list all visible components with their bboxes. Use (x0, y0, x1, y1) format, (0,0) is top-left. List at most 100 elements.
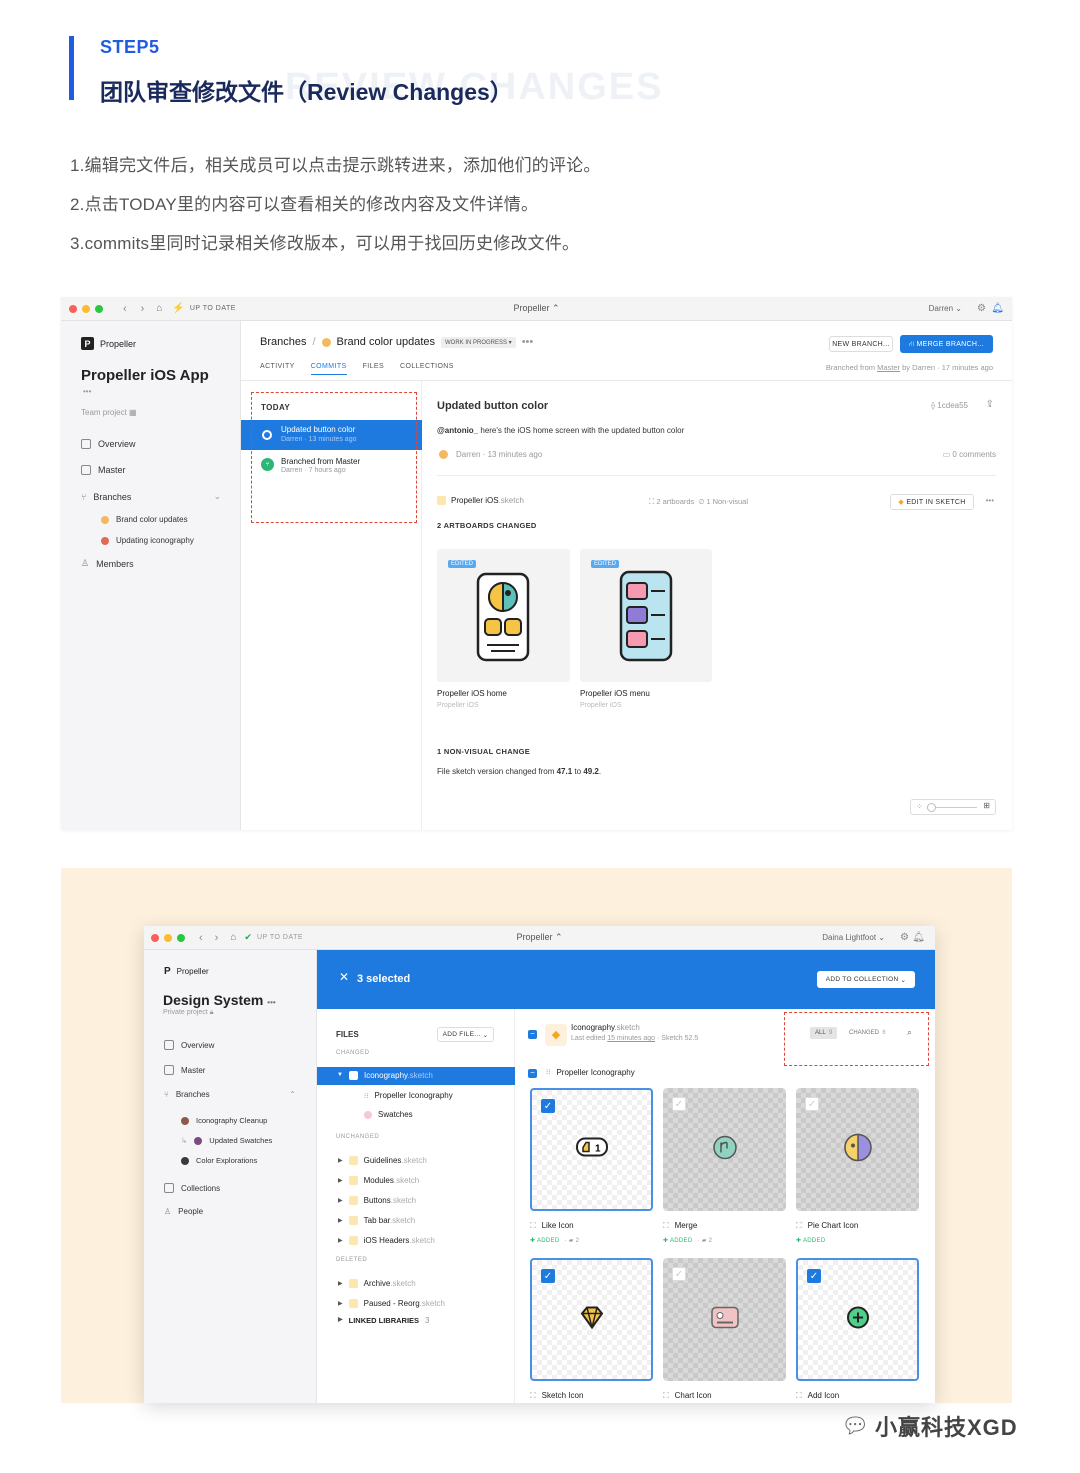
crumb-branches[interactable]: Branches (260, 336, 306, 348)
edit-in-sketch-button[interactable]: ◆ EDIT IN SKETCH (890, 494, 974, 510)
file-item[interactable]: ▶ Guidelines.sketch (338, 1156, 427, 1165)
artboard-icon: ⛶ (530, 1221, 536, 1230)
artboard-card-home[interactable]: EDITED (437, 549, 570, 682)
branch-item[interactable]: Color Explorations (181, 1156, 257, 1165)
tab-files[interactable]: FILES (363, 363, 384, 375)
asset-checkbox[interactable]: ✓ (805, 1097, 819, 1111)
page-item[interactable]: Swatches (364, 1110, 413, 1119)
slider-handle[interactable] (927, 803, 936, 812)
branch-item-brand[interactable]: Brand color updates (101, 515, 188, 524)
linked-libraries[interactable]: ▶ LINKED LIBRARIES 3 (338, 1316, 430, 1325)
sidebar-item-overview[interactable]: Overview (81, 439, 136, 449)
asset-checkbox[interactable]: ✓ (541, 1269, 555, 1283)
add-to-collection-button[interactable]: ADD TO COLLECTION ⌄ (817, 971, 915, 988)
file-item[interactable]: ▶ Buttons.sketch (338, 1196, 416, 1205)
tab-collections[interactable]: COLLECTIONS (400, 363, 454, 375)
artboard-card-menu[interactable]: EDITED (580, 549, 712, 682)
merge-branch-button[interactable]: ⛙ MERGE BRANCH... (900, 335, 993, 353)
more-icon[interactable]: ••• (522, 336, 534, 348)
sidebar-item-branches[interactable]: ⑂ Branches ⌃ (164, 1090, 296, 1099)
tab-commits[interactable]: COMMITS (310, 363, 347, 375)
sketch-icon: ◆ (545, 1024, 567, 1046)
tab-activity[interactable]: ACTIVITY (260, 363, 295, 375)
gear-icon[interactable]: ⚙ (977, 303, 986, 314)
status-badge[interactable]: WORK IN PROGRESS ▾ (441, 336, 516, 348)
master-link[interactable]: Master (877, 363, 900, 372)
sidebar-item-members[interactable]: ♙ Members (81, 558, 134, 569)
chevron-down-icon[interactable]: ⌄ (213, 491, 221, 502)
sidebar-item-people[interactable]: ♙ People (164, 1207, 203, 1216)
triangle-right-icon: ▶ (338, 1178, 343, 1184)
comments-count[interactable]: ▭ 0 comments (943, 450, 996, 459)
files-header: FILES (336, 1030, 359, 1039)
sidebar-item-collections[interactable]: Collections (164, 1183, 220, 1193)
file-item[interactable]: ▶ Modules.sketch (338, 1176, 419, 1185)
window-titlebar: ‹ › ⌂ ⚡ UP TO DATE Propeller ⌃ Darren ⌄ … (61, 297, 1012, 321)
more-icon[interactable]: ••• (986, 496, 994, 505)
sidebar-item-overview[interactable]: Overview (164, 1040, 214, 1050)
org-switcher[interactable]: P Propeller (81, 337, 136, 350)
bell-icon[interactable]: 🔔︎ (912, 932, 925, 943)
branch-item[interactable]: ↳ Updated Swatches (181, 1136, 272, 1145)
gear-icon[interactable]: ⚙ (900, 932, 909, 943)
org-logo-icon: P (81, 337, 94, 350)
pie-chart-icon (843, 1132, 873, 1167)
asset-card[interactable]: ✓ (663, 1258, 786, 1381)
asset-label: ⛶ Chart Icon (663, 1391, 712, 1400)
file-item[interactable]: ▶ Paused - Reorg.sketch (338, 1299, 445, 1308)
file-name: Modules.sketch (363, 1176, 420, 1185)
team-label: Team project ▦ (81, 408, 137, 417)
svg-text:1: 1 (595, 1143, 601, 1154)
person-icon: ♙ (81, 558, 90, 568)
file-item[interactable]: ▶ Tab bar.sketch (338, 1216, 415, 1225)
page-checkbox[interactable]: − (528, 1069, 537, 1078)
more-icon[interactable]: ••• (267, 998, 275, 1007)
asset-label: ⛶ Add Icon (796, 1391, 840, 1400)
page-item[interactable]: ⁝⁝ Propeller Iconography (364, 1091, 453, 1100)
swatch-icon (364, 1110, 372, 1119)
asset-checkbox[interactable]: ✓ (541, 1099, 555, 1113)
close-icon[interactable]: ✕ (339, 970, 349, 984)
branch-item-iconography[interactable]: Updating iconography (101, 536, 194, 545)
bell-icon[interactable]: 🔔︎ (991, 303, 1004, 314)
file-name: Archive.sketch (363, 1279, 416, 1288)
share-icon[interactable]: ⇪ (986, 399, 994, 410)
asset-card[interactable]: ✓ (663, 1088, 786, 1211)
asset-checkbox[interactable]: ✓ (672, 1097, 686, 1111)
asset-card[interactable]: ✓ 1 (530, 1088, 653, 1211)
new-branch-button[interactable]: NEW BRANCH... (829, 336, 893, 352)
branch-icon: ⑂ (81, 491, 87, 502)
asset-checkbox[interactable]: ✓ (672, 1267, 686, 1281)
commit-message: @antonio_ here's the iOS home screen wit… (437, 426, 685, 435)
file-name: Paused - Reorg.sketch (363, 1299, 445, 1308)
asset-card[interactable]: ✓ (530, 1258, 653, 1381)
org-switcher[interactable]: P Propeller (164, 966, 209, 977)
user-menu[interactable]: Darren ⌄ (929, 304, 962, 313)
commit-hash[interactable]: ⟠ 1cdea55 (931, 401, 968, 410)
asset-card[interactable]: ✓ (796, 1088, 919, 1211)
asset-checkbox[interactable]: ✓ (807, 1269, 821, 1283)
branch-item[interactable]: Iconography Cleanup (181, 1116, 267, 1125)
asset-card[interactable]: ✓ (796, 1258, 919, 1381)
zoom-slider[interactable]: ⁘ ⊞ (910, 799, 996, 815)
asset-label: ⛶ Like Icon (530, 1221, 574, 1230)
select-all-checkbox[interactable]: − (528, 1030, 537, 1039)
selection-count: 3 selected (357, 973, 411, 985)
grid-small-icon: ⁘ (916, 802, 923, 811)
avatar (439, 450, 448, 459)
project-more-icon[interactable]: ••• (83, 387, 91, 396)
chevron-up-icon[interactable]: ⌃ (289, 1090, 296, 1099)
file-item[interactable]: ▶ Archive.sketch (338, 1279, 416, 1288)
like-icon: 1 (575, 1134, 609, 1165)
breadcrumb: Branches / Brand color updates WORK IN P… (260, 336, 533, 348)
sidebar-item-branches[interactable]: ⑂ Branches ⌄ (81, 491, 221, 502)
sidebar-item-master[interactable]: Master (164, 1065, 205, 1075)
file-item[interactable]: ▶ iOS Headers.sketch (338, 1236, 435, 1245)
add-file-button[interactable]: ADD FILE... ⌄ (437, 1027, 494, 1042)
artboards-changed-header: 2 ARTBOARDS CHANGED (437, 521, 537, 530)
sidebar-item-master[interactable]: Master (81, 465, 126, 475)
user-menu[interactable]: Daina Lightfoot ⌄ (822, 933, 885, 942)
watermark: 💬︎ 小赢科技XGD (841, 1410, 1018, 1442)
collections-icon (164, 1183, 174, 1193)
file-item-selected[interactable]: ▼ Iconography.sketch (317, 1067, 515, 1085)
